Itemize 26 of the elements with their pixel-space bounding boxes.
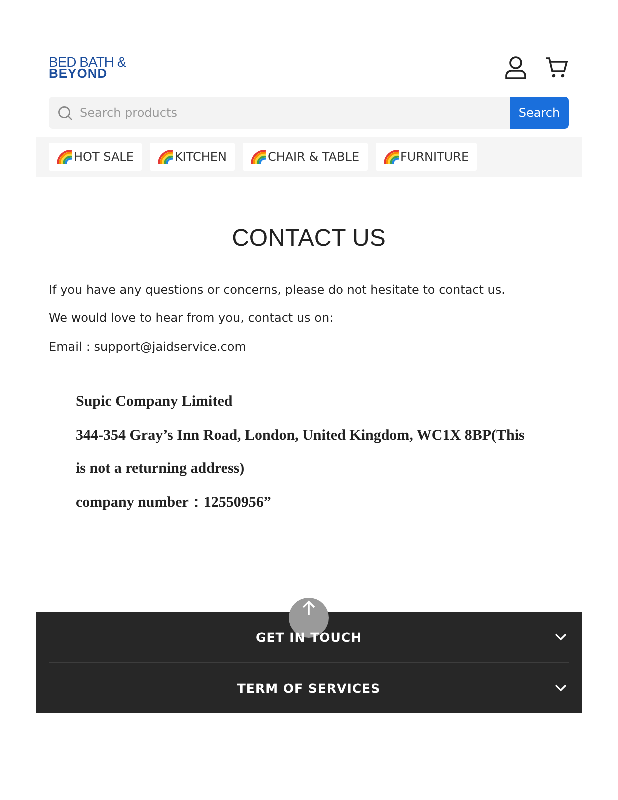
cart-icon[interactable]	[545, 57, 569, 79]
paragraph: If you have any questions or concerns, please do not hesitate to contact us.	[49, 283, 506, 297]
address-line: company number：12550956”	[76, 494, 272, 512]
search-field[interactable]: Search products	[49, 97, 510, 129]
category-link[interactable]: HOT SALE	[49, 143, 142, 171]
category-link[interactable]: KITCHEN	[150, 143, 235, 171]
address-line: 344-354 Gray’s Inn Road, London, United Kingdom, WC1X 8BP(This	[76, 426, 526, 446]
rainbow-icon	[158, 150, 174, 164]
rainbow-icon	[384, 150, 400, 164]
logo[interactable]: BED BATH & BEYOND	[49, 56, 126, 80]
page-title: CONTACT US	[231, 225, 387, 253]
chevron-icon	[555, 684, 567, 692]
address-line: is not a returning address)	[76, 460, 246, 479]
search-button[interactable]: Search	[510, 97, 569, 129]
category-link[interactable]: FURNITURE	[376, 143, 478, 171]
footer-section-toggle[interactable]: TERM OF SERVICES	[49, 663, 569, 713]
paragraph: We would love to hear from you, contact us on:	[49, 311, 335, 325]
paragraph: Email：support@jaidservice.com	[49, 339, 248, 356]
address-line: Supic Company Limited	[76, 393, 234, 412]
account-icon[interactable]	[505, 56, 527, 80]
chevron-icon	[555, 633, 567, 641]
rainbow-icon	[250, 150, 267, 164]
footer-section-toggle[interactable]: GET IN TOUCH	[49, 612, 569, 663]
category-link[interactable]: CHAIR & TABLE	[242, 143, 368, 171]
rainbow-icon	[57, 150, 73, 164]
arrow-up-icon	[302, 600, 316, 616]
